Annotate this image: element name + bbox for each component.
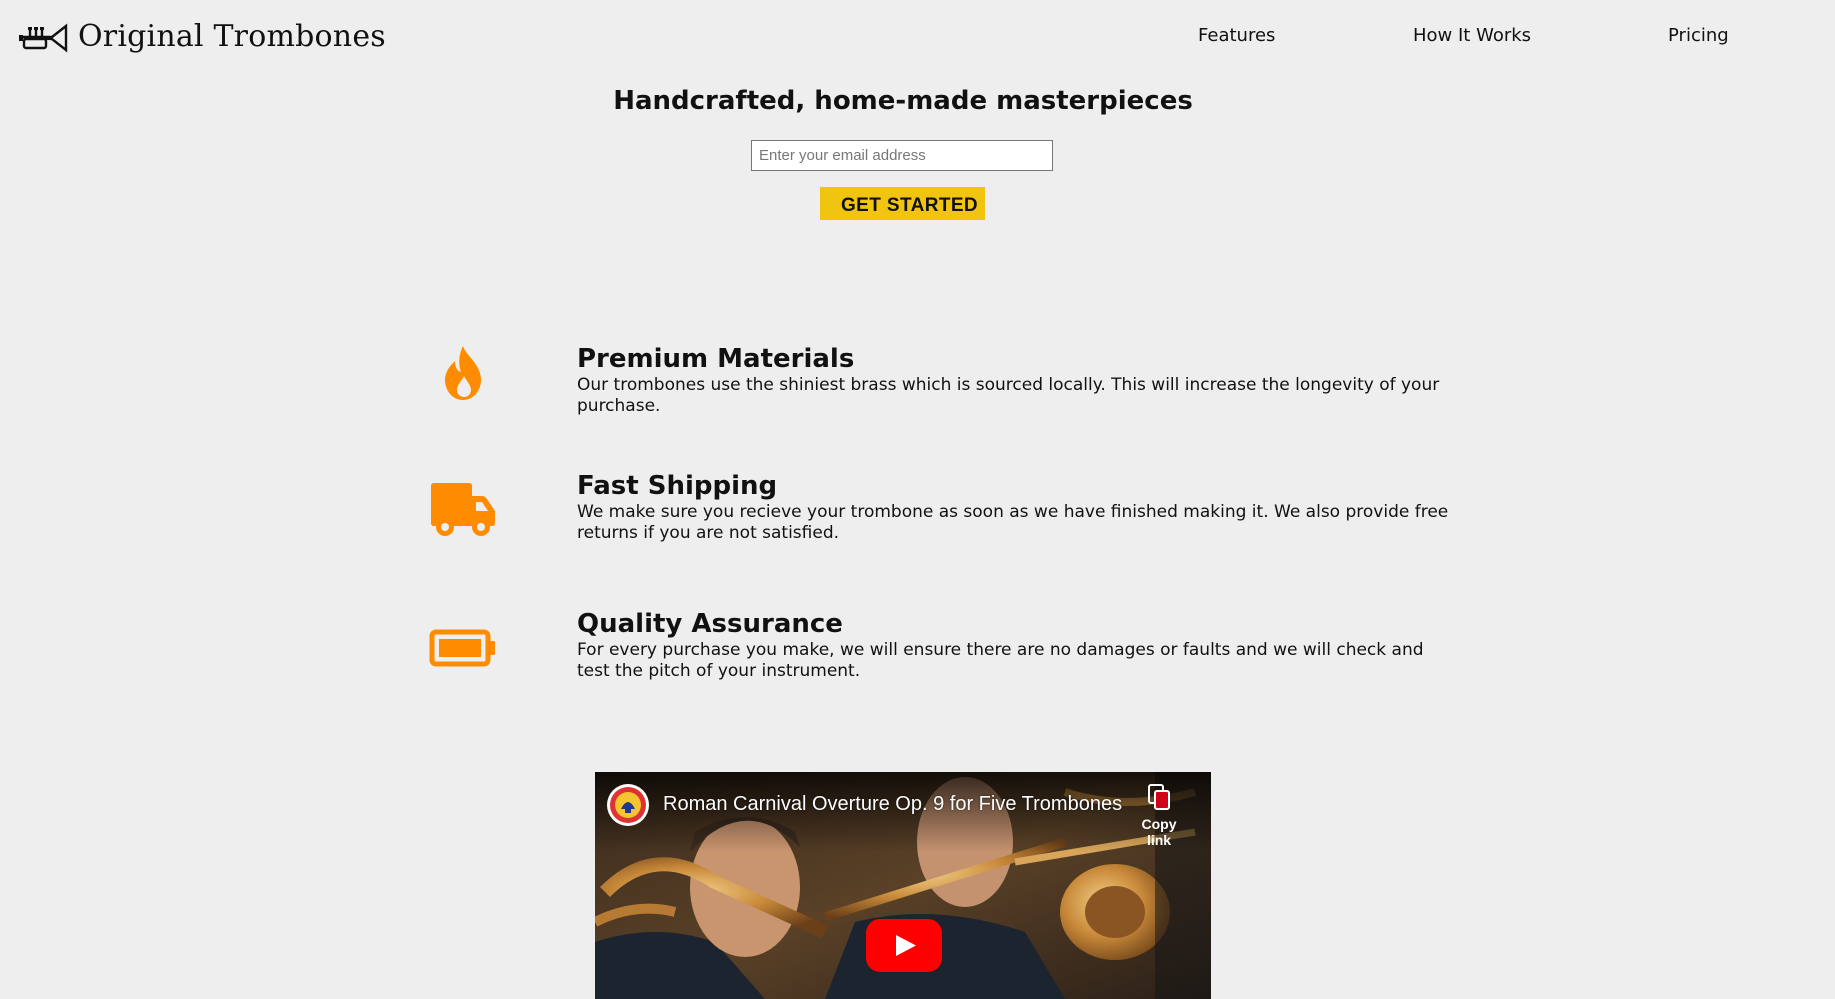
site-header: Original Trombones Features How It Works… — [0, 0, 1835, 75]
copy-icon — [1148, 784, 1170, 810]
battery-icon — [428, 618, 498, 678]
feature-text: Quality Assurance For every purchase you… — [577, 608, 1457, 682]
hero-title: Handcrafted, home-made masterpieces — [613, 86, 1193, 116]
feature-title: Quality Assurance — [577, 609, 843, 639]
play-button-icon[interactable] — [866, 919, 942, 972]
main-nav: Features How It Works Pricing — [0, 25, 1835, 51]
feature-title: Premium Materials — [577, 344, 855, 374]
nav-link-pricing[interactable]: Pricing — [1668, 25, 1729, 46]
email-input[interactable] — [751, 140, 1053, 171]
feature-text: Fast Shipping We make sure you recieve y… — [577, 470, 1457, 544]
feature-description: For every purchase you make, we will ens… — [577, 640, 1424, 681]
feature-description: Our trombones use the shiniest brass whi… — [577, 375, 1440, 416]
nav-link-how-it-works[interactable]: How It Works — [1413, 25, 1531, 46]
copy-link-label: Copy link — [1141, 816, 1177, 848]
feature-description: We make sure you recieve your trombone a… — [577, 502, 1449, 543]
video-title[interactable]: Roman Carnival Overture Op. 9 for Five T… — [663, 793, 1122, 816]
nav-link-features[interactable]: Features — [1198, 25, 1275, 46]
feature-title: Fast Shipping — [577, 471, 778, 501]
channel-avatar[interactable] — [607, 784, 649, 826]
fire-icon — [428, 343, 498, 403]
feature-text: Premium Materials Our trombones use the … — [577, 343, 1457, 417]
copy-link-button[interactable]: Copy link — [1129, 782, 1189, 848]
truck-icon — [428, 480, 498, 540]
get-started-button[interactable]: GET STARTED — [820, 187, 985, 220]
video-embed[interactable]: Roman Carnival Overture Op. 9 for Five T… — [595, 772, 1211, 999]
